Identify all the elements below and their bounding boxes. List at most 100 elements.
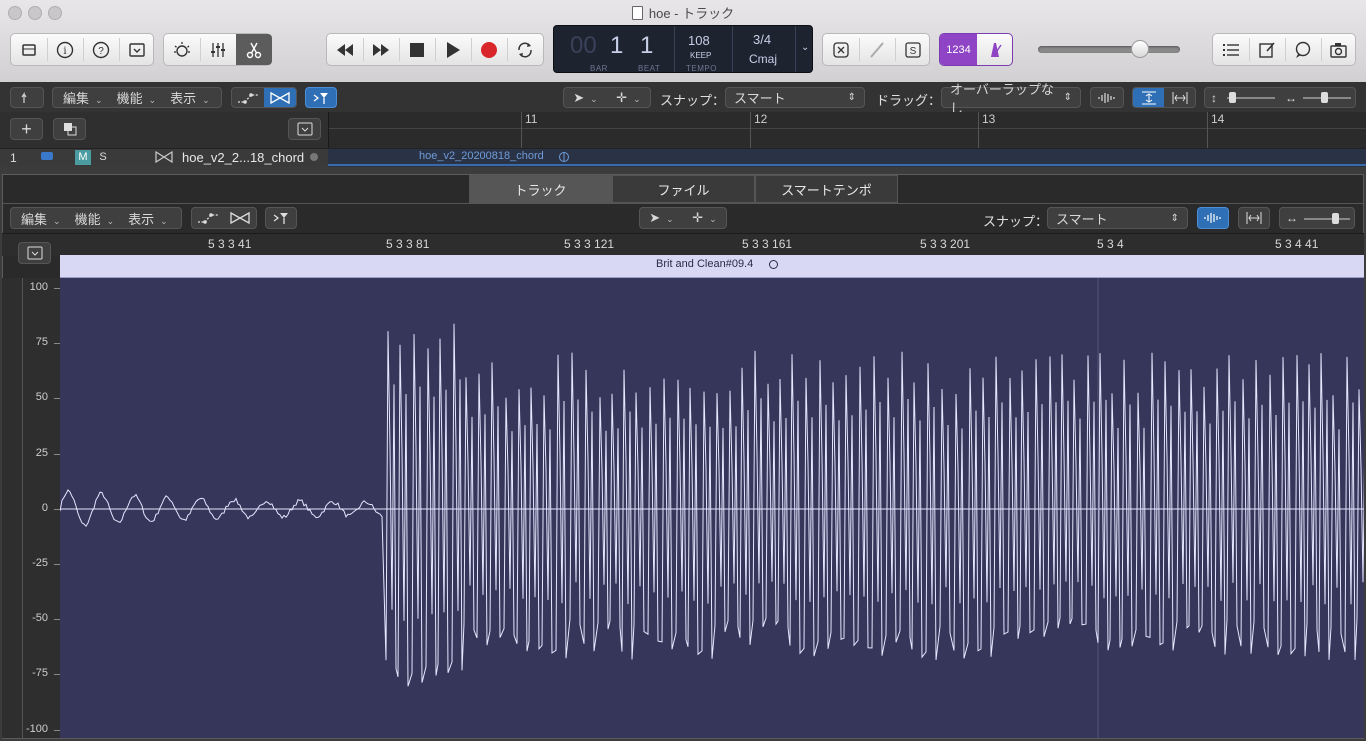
automation-icon[interactable] xyxy=(192,212,224,224)
menu-edit[interactable]: 編集 ⌄ xyxy=(63,88,103,107)
marquee-tool-icon[interactable]: ✛ ⌄ xyxy=(683,210,726,226)
back-arrow-icon[interactable] xyxy=(10,87,44,108)
metronome-icon[interactable] xyxy=(977,34,1012,65)
info-icon[interactable]: i xyxy=(47,34,83,65)
cycle-icon[interactable] xyxy=(507,34,543,65)
editor-zoom-slider[interactable]: ↔ xyxy=(1279,207,1355,229)
track-lane[interactable]: hoe_v2_20200818_chord xyxy=(328,148,1366,167)
solo-button[interactable]: S xyxy=(95,150,111,165)
lcd-tempo: 108 xyxy=(688,33,710,48)
editor-catch-icon[interactable] xyxy=(265,207,297,229)
catch-playhead-icon[interactable] xyxy=(305,87,337,108)
note-pad-icon[interactable] xyxy=(1249,34,1285,65)
lcd-bar-dim: 00 xyxy=(570,32,597,59)
tab-file[interactable]: ファイル xyxy=(612,175,755,203)
stop-icon[interactable] xyxy=(399,34,435,65)
add-track-icon[interactable]: + xyxy=(10,118,43,140)
track-header-row[interactable]: 1 M S hoe_v2_2...18_chord xyxy=(0,148,328,167)
lcd-bar-label: BAR xyxy=(590,64,608,73)
flex-icon[interactable] xyxy=(264,88,296,107)
region-name-bar[interactable]: Brit and Clean#09.4 xyxy=(60,255,1364,278)
drag-label: ドラッグ： xyxy=(876,93,942,108)
tuning-icon[interactable] xyxy=(859,34,895,65)
list-editors-icon[interactable] xyxy=(1213,34,1249,65)
bar-ruler[interactable]: 11 12 13 14 xyxy=(328,112,1366,148)
replace-icon[interactable] xyxy=(823,34,859,65)
pointer-tool-icon[interactable]: ➤ ⌄ xyxy=(564,90,607,106)
track-icon xyxy=(41,152,53,160)
toolbar-icon[interactable] xyxy=(119,34,155,65)
editor-waveform-zoom-icon[interactable] xyxy=(1197,207,1229,229)
window-title: hoe - トラック xyxy=(0,3,1366,22)
lcd-bar: 1 xyxy=(610,32,624,59)
tracks-menus: 編集 ⌄ 機能 ⌄ 表示 ⌄ xyxy=(52,87,222,108)
editor-horizontal-fit-icon[interactable] xyxy=(1238,207,1270,229)
rewind-icon[interactable] xyxy=(327,34,363,65)
waveform-zoom-icon[interactable] xyxy=(1090,87,1124,108)
mixer-icon[interactable] xyxy=(200,34,236,65)
menu-functions[interactable]: 機能 ⌄ xyxy=(117,88,157,107)
svg-text:?: ? xyxy=(98,46,104,57)
editor-tool-menus: ➤ ⌄ ✛ ⌄ xyxy=(639,207,727,229)
region-label[interactable]: hoe_v2_20200818_chord xyxy=(419,150,544,162)
lcd-menu-chevron-icon[interactable]: ⌄ xyxy=(801,42,809,53)
horizontal-zoom-icon: ↔ xyxy=(1286,211,1298,225)
waveform[interactable] xyxy=(60,278,1364,738)
horizontal-fit-icon[interactable] xyxy=(1164,91,1195,105)
loop-icon xyxy=(557,151,571,163)
horizontal-zoom-knob xyxy=(1321,92,1328,103)
editor-ruler-label: 5 3 3 201 xyxy=(920,237,971,251)
updown-icon: ⇕ xyxy=(1063,92,1072,103)
smart-controls-icon[interactable] xyxy=(164,34,200,65)
pointer-tool-icon[interactable]: ➤ ⌄ xyxy=(640,210,683,226)
editor-buttons-group xyxy=(163,33,272,66)
editor-menu-functions[interactable]: 機能 ⌄ xyxy=(75,209,115,228)
browser-buttons-group xyxy=(1212,33,1356,66)
tracks-area: 編集 ⌄ 機能 ⌄ 表示 ⌄ ➤ ⌄ ✛ ⌄ スナップ： スマート ⇕ ドラッグ： オーバー… xyxy=(0,82,1366,167)
library-icon[interactable] xyxy=(11,34,47,65)
master-volume-slider[interactable] xyxy=(1038,40,1180,58)
forward-icon[interactable] xyxy=(363,34,399,65)
editor-menu-edit[interactable]: 編集 ⌄ xyxy=(21,209,61,228)
editor-ruler[interactable]: 5 3 3 41 5 3 3 81 5 3 3 121 5 3 3 161 5 3 3 … xyxy=(2,233,1364,256)
loop-browser-icon[interactable] xyxy=(1285,34,1321,65)
help-icon[interactable]: ? xyxy=(83,34,119,65)
count-in-button[interactable]: 1234 xyxy=(940,34,977,65)
vertical-fit-icon[interactable] xyxy=(1133,88,1164,107)
tab-track[interactable]: トラック xyxy=(469,175,612,203)
ruler-bar-13: 13 xyxy=(982,112,996,126)
ruler-bar-14: 14 xyxy=(1211,112,1225,126)
lcd-display[interactable]: 00 1 1 BAR BEAT 108 KEEP TEMPO 3/4 Cmaj … xyxy=(553,25,813,73)
amplitude-label: 75 xyxy=(35,336,48,349)
flex-icon[interactable] xyxy=(224,211,256,225)
editor-ruler-label: 5 3 3 81 xyxy=(386,237,430,251)
solo-icon[interactable]: S xyxy=(895,34,931,65)
waveform-display[interactable] xyxy=(60,278,1364,738)
snap-select[interactable]: スマート ⇕ xyxy=(725,87,865,108)
svg-text:S: S xyxy=(910,46,917,57)
automation-icon[interactable] xyxy=(232,92,264,104)
drag-select[interactable]: オーバーラップなし ⇕ xyxy=(941,82,1081,116)
lcd-signature: 3/4 xyxy=(753,32,772,47)
editor-collapse-icon[interactable] xyxy=(18,242,51,264)
editor-menu-view[interactable]: 表示 ⌄ xyxy=(128,209,168,228)
mute-button[interactable]: M xyxy=(75,150,91,165)
global-tracks-icon[interactable] xyxy=(53,118,86,140)
menu-view[interactable]: 表示 ⌄ xyxy=(170,88,210,107)
collapse-icon[interactable] xyxy=(288,118,321,140)
flex-icon xyxy=(155,151,173,163)
amplitude-label: 0 xyxy=(41,501,48,514)
marquee-tool-icon[interactable]: ✛ ⌄ xyxy=(607,90,650,106)
editors-icon[interactable] xyxy=(236,34,272,65)
media-browser-icon[interactable] xyxy=(1321,34,1357,65)
document-icon xyxy=(631,6,643,20)
editor-snap-label: スナップ： xyxy=(983,214,1049,229)
play-icon[interactable] xyxy=(435,34,471,65)
editor-snap-select[interactable]: スマート ⇕ xyxy=(1047,207,1188,229)
volume-knob[interactable] xyxy=(1131,40,1149,58)
waveform-path xyxy=(60,323,1364,687)
record-icon[interactable] xyxy=(471,34,507,65)
record-enable-button[interactable] xyxy=(310,153,318,161)
tab-smart-tempo[interactable]: スマートテンポ xyxy=(755,175,898,203)
vertical-zoom-icon: ↕ xyxy=(1211,90,1217,105)
